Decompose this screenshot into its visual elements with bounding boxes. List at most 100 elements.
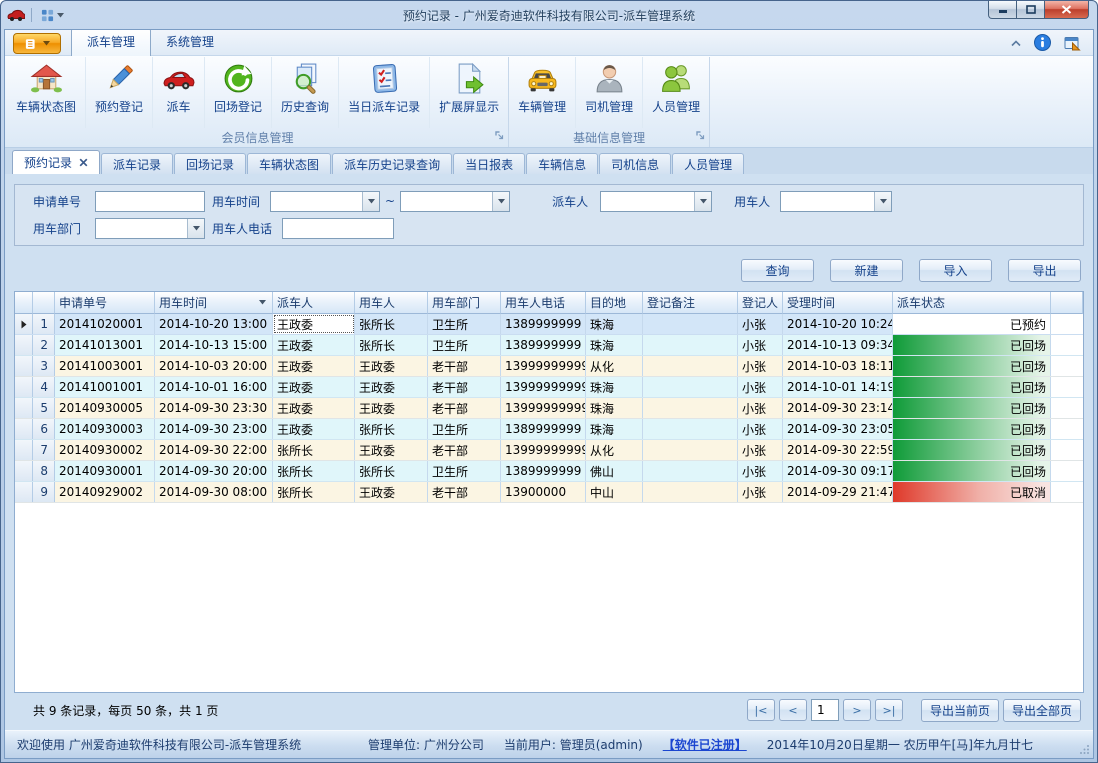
vehicle-manage-button[interactable]: 车辆管理 (509, 57, 575, 128)
next-page-button[interactable]: > (843, 699, 871, 721)
return-register-button[interactable]: 回场登记 (204, 57, 271, 128)
grid-cell[interactable]: 卫生所 (428, 419, 501, 439)
grid-header-cell[interactable]: 登记人 (738, 292, 783, 314)
grid-cell[interactable]: 佛山 (586, 461, 643, 481)
grid-cell[interactable]: 卫生所 (428, 314, 501, 334)
doc-tab-reservation-records[interactable]: 预约记录 (12, 150, 100, 174)
doc-tab-dispatch-records[interactable]: 派车记录 (101, 153, 173, 174)
grid-cell[interactable]: 王政委 (273, 314, 355, 334)
grid-cell[interactable]: 老干部 (428, 440, 501, 460)
grid-cell[interactable]: 20140930002 (55, 440, 155, 460)
grid-cell[interactable]: 张所长 (355, 335, 428, 355)
grid-cell[interactable]: 20141001001 (55, 377, 155, 397)
doc-tab-vehicle-status-chart[interactable]: 车辆状态图 (247, 153, 331, 174)
grid-cell[interactable]: 老干部 (428, 377, 501, 397)
grid-cell[interactable] (643, 314, 738, 334)
grid-cell[interactable]: 王政委 (273, 377, 355, 397)
personnel-manage-button[interactable]: 人员管理 (642, 57, 709, 128)
dispatch-button[interactable]: 派车 (152, 57, 204, 128)
grid-cell[interactable]: 2014-09-30 22:59 (783, 440, 893, 460)
row-selector-cell[interactable] (15, 482, 33, 502)
doc-tab-vehicle-info[interactable]: 车辆信息 (526, 153, 598, 174)
grid-header-cell[interactable]: 申请单号 (55, 292, 155, 314)
grid-cell[interactable]: 从化 (586, 356, 643, 376)
grid-cell[interactable]: 张所长 (273, 461, 355, 481)
reservation-register-button[interactable]: 预约登记 (85, 57, 152, 128)
grid-cell[interactable]: 2014-10-20 10:24 (783, 314, 893, 334)
grid-cell[interactable]: 小张 (738, 398, 783, 418)
status-cell[interactable]: 已回场 (893, 335, 1051, 355)
grid-cell[interactable] (643, 335, 738, 355)
grid-header-cell[interactable]: 用车人 (355, 292, 428, 314)
grid-header-cell[interactable]: 派车状态 (893, 292, 1051, 314)
grid-cell[interactable]: 小张 (738, 440, 783, 460)
grid-cell[interactable] (643, 419, 738, 439)
grid-cell[interactable]: 13999999999 (501, 356, 586, 376)
export-current-page-button[interactable]: 导出当前页 (921, 699, 999, 722)
grid-header-cell[interactable]: 用车时间 (155, 292, 273, 314)
grid-cell[interactable]: 20141003001 (55, 356, 155, 376)
grid-cell[interactable] (643, 356, 738, 376)
app-menu-button[interactable] (13, 33, 61, 54)
grid-cell[interactable]: 20140930001 (55, 461, 155, 481)
use-time-to-combo[interactable] (400, 191, 510, 212)
status-cell[interactable]: 已回场 (893, 398, 1051, 418)
doc-tab-return-records[interactable]: 回场记录 (174, 153, 246, 174)
close-button[interactable] (1044, 1, 1089, 19)
use-time-from-combo[interactable] (270, 191, 380, 212)
row-selector-cell[interactable] (15, 461, 33, 481)
grid-cell[interactable]: 珠海 (586, 419, 643, 439)
grid-cell[interactable] (643, 377, 738, 397)
grid-cell[interactable]: 珠海 (586, 398, 643, 418)
last-page-button[interactable]: >| (875, 699, 903, 721)
grid-cell[interactable]: 张所长 (355, 419, 428, 439)
grid-cell[interactable] (643, 482, 738, 502)
grid-cell[interactable]: 1389999999 (501, 314, 586, 334)
doc-tab-driver-info[interactable]: 司机信息 (599, 153, 671, 174)
grid-cell[interactable]: 珠海 (586, 335, 643, 355)
status-cell[interactable]: 已回场 (893, 377, 1051, 397)
tab-close-icon[interactable] (79, 158, 88, 167)
grid-cell[interactable]: 卫生所 (428, 335, 501, 355)
today-dispatch-records-button[interactable]: 当日派车记录 (338, 57, 429, 128)
grid-cell[interactable]: 2014-09-30 23:00 (155, 419, 273, 439)
vehicle-status-chart-button[interactable]: 车辆状态图 (7, 57, 85, 128)
grid-cell[interactable]: 2014-09-30 08:00 (155, 482, 273, 502)
ribbon-tab-dispatch-manage[interactable]: 派车管理 (71, 29, 151, 56)
grid-cell[interactable]: 1389999999 (501, 419, 586, 439)
grid-cell[interactable]: 13999999999 (501, 398, 586, 418)
status-cell[interactable]: 已回场 (893, 461, 1051, 481)
grid-cell[interactable]: 王政委 (355, 356, 428, 376)
phone-input[interactable] (282, 218, 394, 239)
request-no-input[interactable] (95, 191, 205, 212)
grid-cell[interactable]: 2014-09-30 22:00 (155, 440, 273, 460)
grid-cell[interactable]: 2014-09-30 23:05 (783, 419, 893, 439)
grid-header-cell[interactable]: 登记备注 (643, 292, 738, 314)
grid-cell[interactable]: 20140930003 (55, 419, 155, 439)
maximize-button[interactable] (1016, 1, 1045, 19)
grid-header-cell[interactable]: 派车人 (273, 292, 355, 314)
grid-header-cell[interactable]: 用车人电话 (501, 292, 586, 314)
grid-cell[interactable]: 2014-09-30 20:00 (155, 461, 273, 481)
prev-page-button[interactable]: < (779, 699, 807, 721)
grid-cell[interactable]: 2014-09-30 09:17 (783, 461, 893, 481)
department-combo[interactable] (95, 218, 205, 239)
dialog-launcher[interactable] (696, 129, 705, 143)
doc-tab-personnel-manage[interactable]: 人员管理 (672, 153, 744, 174)
grid-cell[interactable]: 珠海 (586, 377, 643, 397)
grid-cell[interactable]: 小张 (738, 335, 783, 355)
grid-cell[interactable]: 小张 (738, 356, 783, 376)
doc-tab-daily-report[interactable]: 当日报表 (453, 153, 525, 174)
grid-cell[interactable]: 20141020001 (55, 314, 155, 334)
status-cell[interactable]: 已预约 (893, 314, 1051, 334)
info-button[interactable] (1034, 34, 1051, 51)
grid-cell[interactable]: 小张 (738, 314, 783, 334)
export-button[interactable]: 导出 (1008, 259, 1081, 282)
grid-cell[interactable]: 张所长 (355, 461, 428, 481)
grid-cell[interactable]: 中山 (586, 482, 643, 502)
query-button[interactable]: 查询 (741, 259, 814, 282)
grid-cell[interactable]: 王政委 (273, 398, 355, 418)
grid-cell[interactable]: 2014-10-01 14:19 (783, 377, 893, 397)
user-combo[interactable] (780, 191, 892, 212)
grid-cell[interactable]: 13900000 (501, 482, 586, 502)
